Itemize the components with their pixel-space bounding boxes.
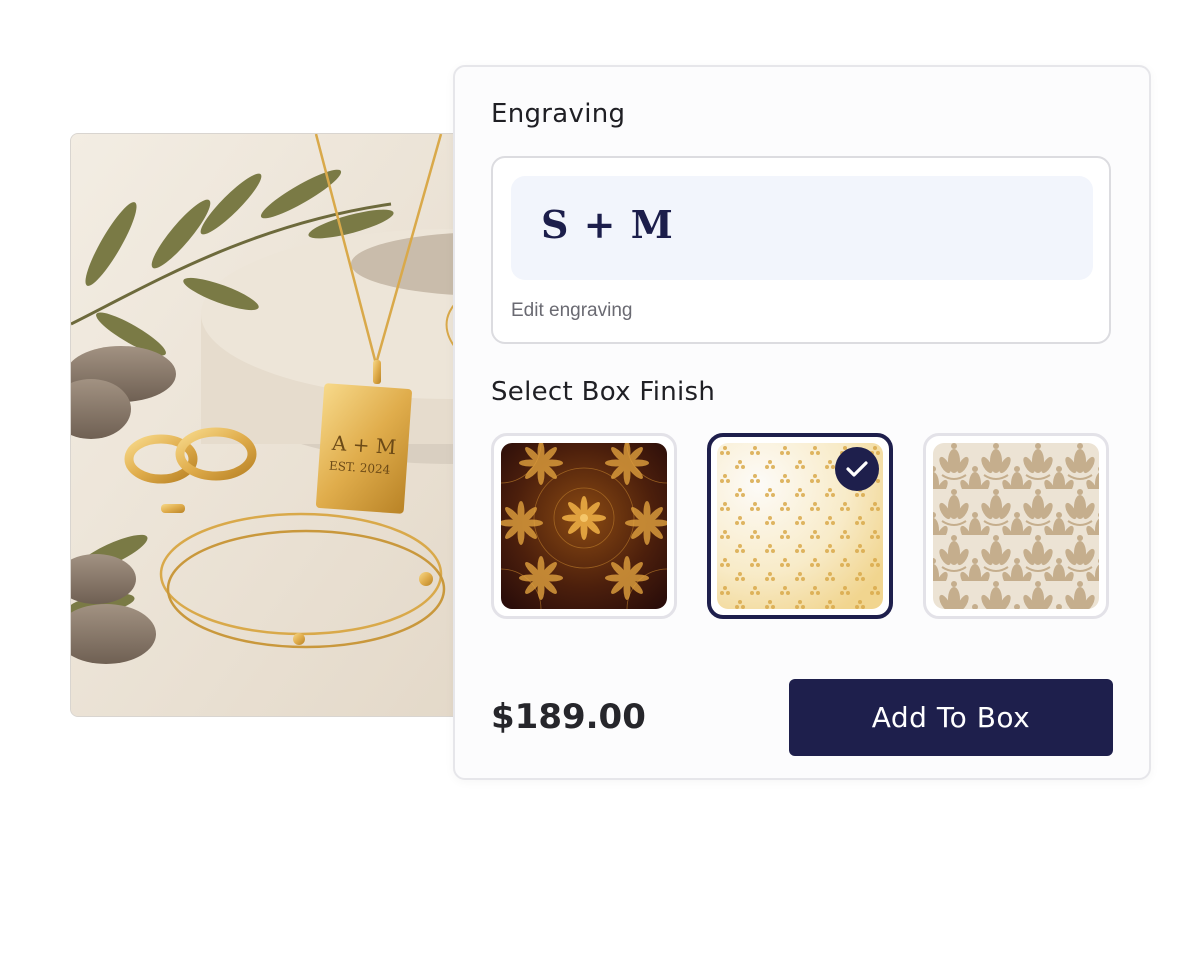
product-photo: A + M EST. 2024 — [70, 133, 492, 717]
engraving-preview-text: S + M — [541, 202, 674, 247]
pendant-initials: A + M — [330, 431, 397, 460]
beige-damask-swatch — [933, 443, 1099, 609]
box-finish-option-dark-floral[interactable] — [491, 433, 677, 619]
check-icon — [846, 461, 868, 477]
options-panel: Engraving S + M Edit engraving Select Bo… — [453, 65, 1151, 780]
engraving-box: S + M Edit engraving — [491, 156, 1111, 344]
selected-check-badge — [835, 447, 879, 491]
dark-floral-swatch — [501, 443, 667, 609]
add-to-box-button[interactable]: Add To Box — [789, 679, 1113, 756]
box-finish-option-beige-damask[interactable] — [923, 433, 1109, 619]
engraving-preview: S + M — [511, 176, 1093, 280]
engraving-title: Engraving — [491, 99, 626, 129]
product-price: $189.00 — [491, 697, 646, 737]
edit-engraving-link[interactable]: Edit engraving — [511, 300, 632, 322]
box-finish-title: Select Box Finish — [491, 377, 716, 407]
box-finish-option-cream-gold[interactable] — [707, 433, 893, 619]
